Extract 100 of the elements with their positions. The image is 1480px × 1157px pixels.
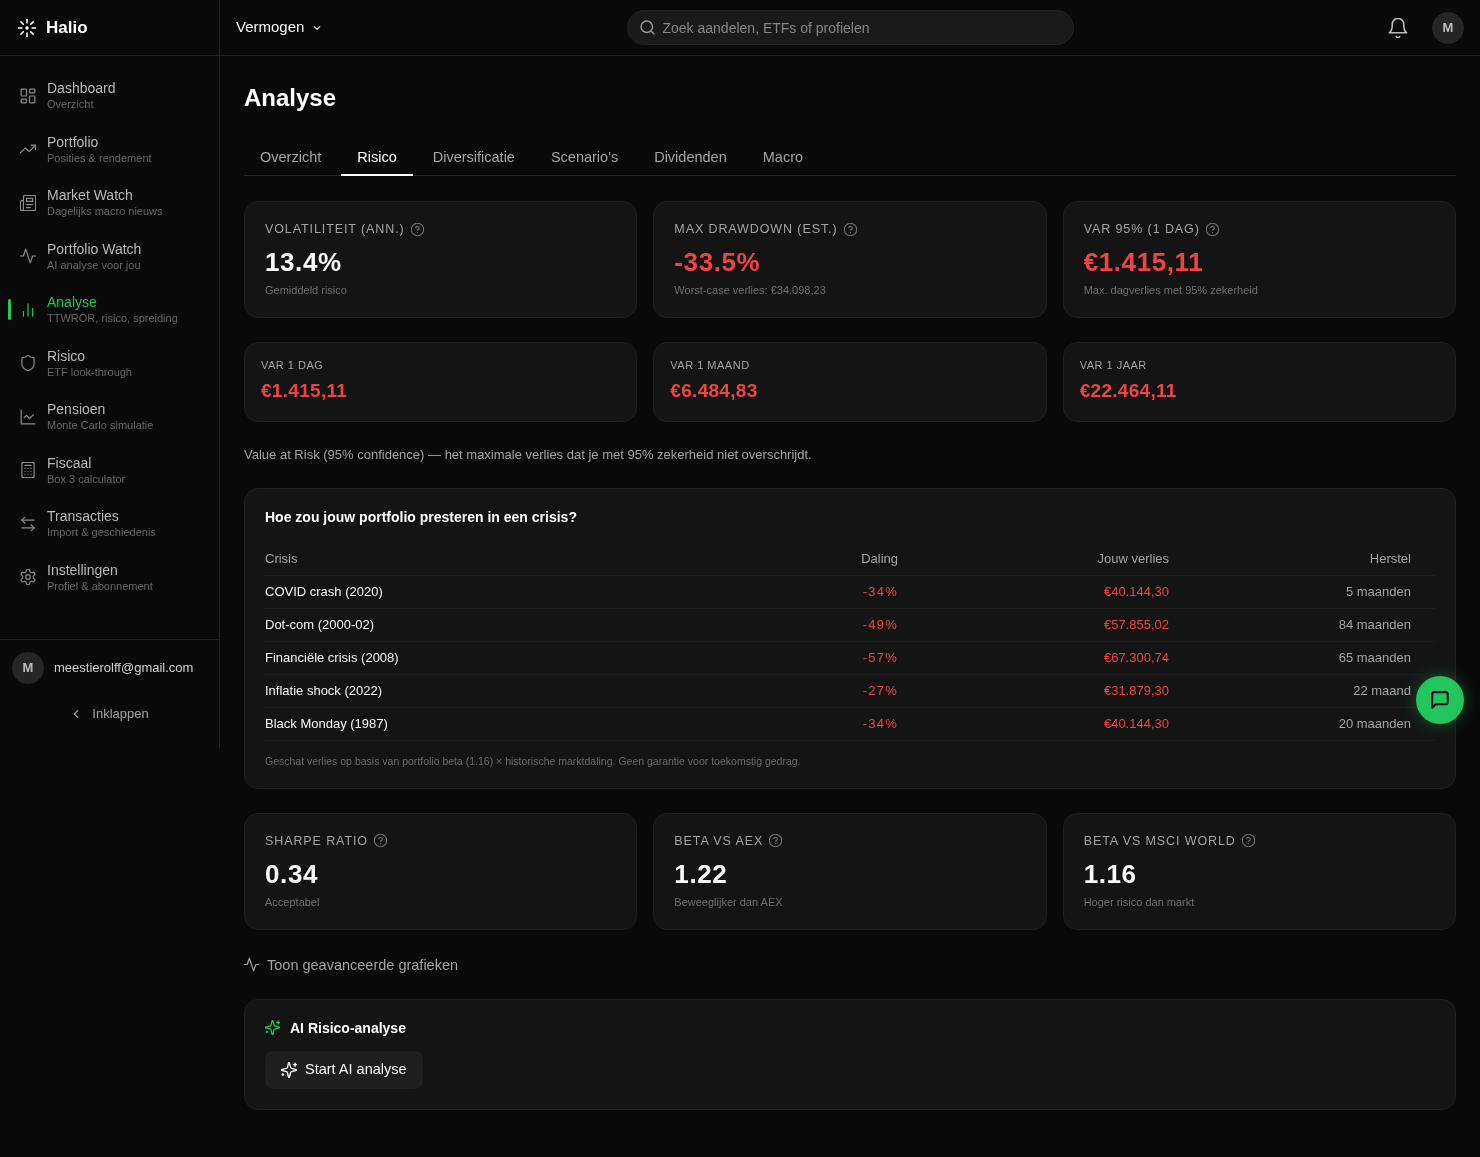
help-icon[interactable] <box>410 222 424 236</box>
tab[interactable]: Risico <box>341 136 413 176</box>
sidebar-item[interactable]: Pensioen Monte Carlo simulatie <box>0 390 219 444</box>
table-cell: -27% <box>862 682 898 698</box>
sparkle-icon <box>281 1061 297 1078</box>
table-cell: 20 maanden <box>1338 715 1411 731</box>
var-label: VAR 1 MAAND <box>670 358 751 372</box>
help-icon[interactable] <box>1241 834 1255 847</box>
sidebar-item[interactable]: Fiscaal Box 3 calculator <box>0 443 219 497</box>
pulse-icon <box>244 957 259 972</box>
sidebar-item[interactable]: Dashboard Overzicht <box>0 69 219 123</box>
bell-icon[interactable] <box>1388 17 1408 38</box>
metric-label: BETA VS MSCI WORLD <box>1083 832 1236 849</box>
brand-name: Halio <box>46 17 88 38</box>
metric-label: VOLATILITEIT (ANN.) <box>265 221 405 237</box>
table-cell: 22 maand <box>1353 682 1411 698</box>
collapse-button[interactable]: Inklappen <box>64 699 155 729</box>
var-label: VAR 1 JAAR <box>1079 358 1148 372</box>
user-avatar: M <box>12 652 44 684</box>
table-cell: -57% <box>862 649 898 665</box>
chat-icon <box>1431 691 1449 709</box>
var-explanation: Value at Risk (95% confidence) — het maximale verlies dat je met 95% zekerheid niet overschrijdt. <box>244 447 813 463</box>
table-cell: €40.144,30 <box>1103 715 1169 731</box>
tab[interactable]: Macro <box>746 136 820 176</box>
swap-arrows-icon <box>20 515 36 532</box>
settings-icon <box>20 569 36 586</box>
table-cell: €57.855,02 <box>1103 616 1169 632</box>
metric-note: Acceptabel <box>265 894 321 909</box>
table-cell: -34% <box>862 715 898 731</box>
workspace-dropdown[interactable]: Vermogen <box>236 16 323 39</box>
grid-icon <box>20 87 36 104</box>
help-icon[interactable] <box>769 834 783 847</box>
metric-label: SHARPE RATIO <box>265 832 368 849</box>
table-cell: -49% <box>862 616 898 632</box>
page-title: Analyse <box>244 83 338 112</box>
help-icon[interactable] <box>843 222 857 236</box>
sidebar-item[interactable]: Risico ETF look-through <box>0 336 219 390</box>
column-header: Daling <box>861 550 898 566</box>
help-icon[interactable] <box>373 834 387 847</box>
panel-title: AI Risico-analyse <box>290 1018 406 1037</box>
shield-icon <box>20 355 36 372</box>
burst-logo-icon <box>18 18 36 37</box>
table-cell: €67.300,74 <box>1103 649 1169 665</box>
table-cell: 65 maanden <box>1338 649 1411 665</box>
table-cell: -34% <box>862 583 898 599</box>
table-cell: €40.144,30 <box>1103 583 1169 599</box>
sparkle-icon <box>265 1020 280 1035</box>
tab[interactable]: Overzicht <box>244 136 338 176</box>
table-cell: Inflatie shock (2022) <box>265 682 383 698</box>
column-header: Jouw verlies <box>1097 550 1169 566</box>
metric-note: Max. dagverlies met 95% zekerheid <box>1083 283 1259 297</box>
metric-label: BETA VS AEX <box>674 832 764 849</box>
metric-value: 0.34 <box>265 857 319 891</box>
var-value: €22.464,11 <box>1079 379 1178 403</box>
sidebar-item[interactable]: Instellingen Profiel & abonnement <box>0 550 219 604</box>
table-cell: Dot-com (2000-02) <box>265 616 375 632</box>
pulse-icon <box>20 248 36 265</box>
metric-note: Worst-case verlies: €34.098,23 <box>674 283 827 297</box>
tab[interactable]: Diversificatie <box>416 136 531 176</box>
table-cell: Black Monday (1987) <box>265 715 388 731</box>
table-cell: 5 maanden <box>1345 583 1411 599</box>
sidebar-item[interactable]: Portfolio Watch AI analyse voor jou <box>0 229 219 283</box>
active-indicator <box>8 299 11 321</box>
var-label: VAR 1 DAG <box>261 358 325 372</box>
search-icon <box>639 20 655 35</box>
help-icon[interactable] <box>1205 222 1219 236</box>
metric-value: 1.16 <box>1083 857 1138 891</box>
calculator-icon <box>20 462 36 479</box>
metric-value: -33.5% <box>674 246 762 279</box>
metric-label: VAR 95% (1 DAG) <box>1083 221 1200 237</box>
metric-value: €1.415,11 <box>1083 246 1205 279</box>
newspaper-icon <box>20 194 36 211</box>
column-header: Crisis <box>265 550 298 566</box>
sidebar-item[interactable]: Analyse TTWROR, risico, spreiding <box>0 283 219 337</box>
panel-title: Hoe zou jouw portfolio presteren in een crisis? <box>265 508 578 526</box>
search-field[interactable]: Zoek aandelen, ETFs of profielen <box>626 10 1074 45</box>
table-cell: 84 maanden <box>1338 616 1411 632</box>
metric-label: MAX DRAWDOWN (EST.) <box>674 221 838 237</box>
table-cell: €31.879,30 <box>1103 682 1169 698</box>
advanced-charts-toggle[interactable]: Toon geavanceerde grafieken <box>244 955 459 974</box>
table-cell: COVID crash (2020) <box>265 583 383 599</box>
table-footnote: Geschat verlies op basis van portfolio beta (1.16) × historische marktdaling. Geen garantie voor toekomstig gedrag. <box>265 754 802 768</box>
sidebar-item[interactable]: Transacties Import & geschiedenis <box>0 497 219 551</box>
user-email: meestierolff@gmail.com <box>54 659 194 678</box>
metric-value: 13.4% <box>265 246 343 279</box>
metric-note: Gemiddeld risico <box>265 283 348 297</box>
metric-note: Hoger risico dan markt <box>1083 894 1196 909</box>
sidebar-item[interactable]: Market Watch Dagelijks macro nieuws <box>0 176 219 230</box>
line-chart-icon <box>20 408 36 425</box>
metric-note: Beweeglijker dan AEX <box>674 894 784 909</box>
metric-value: 1.22 <box>674 857 729 891</box>
sidebar-item[interactable]: Portfolio Posities & rendement <box>0 122 219 176</box>
start-analysis-button[interactable]: Start AI analyse <box>265 1050 423 1089</box>
var-value: €6.484,83 <box>670 379 759 403</box>
tab[interactable]: Dividenden <box>638 136 743 176</box>
tab[interactable]: Scenario's <box>534 136 635 176</box>
var-value: €1.415,11 <box>261 379 349 403</box>
column-header: Herstel <box>1369 550 1411 566</box>
bar-chart-icon <box>20 301 36 318</box>
profile-avatar[interactable]: M <box>1432 11 1464 44</box>
